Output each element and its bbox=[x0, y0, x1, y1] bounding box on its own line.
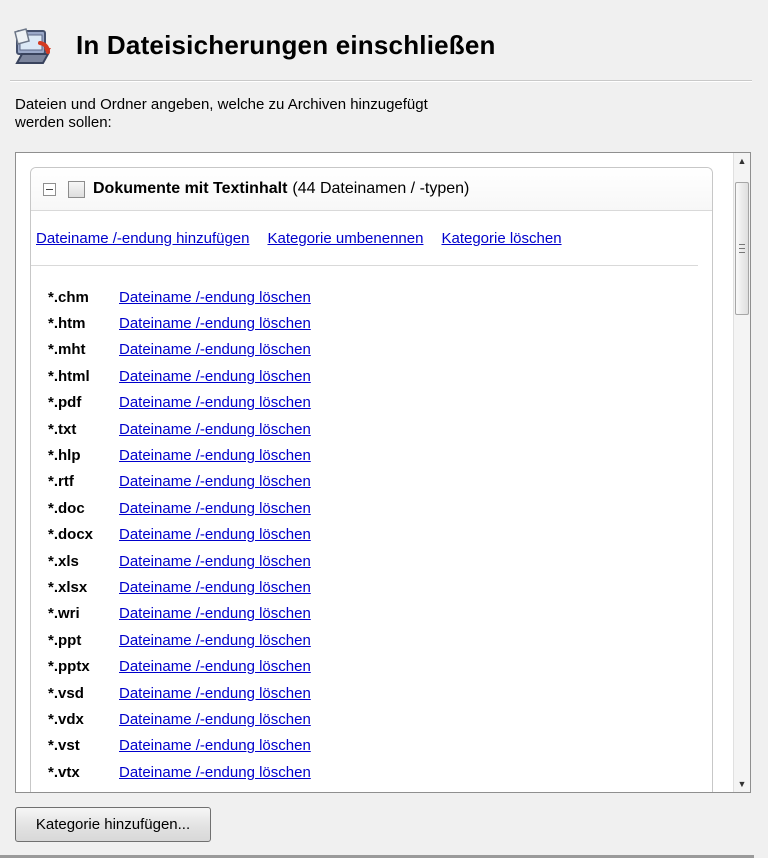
extension-row-vtx: *.vtx Dateiname /-endung löschen bbox=[48, 759, 468, 785]
extension-row-ppt: *.ppt Dateiname /-endung löschen bbox=[48, 627, 468, 653]
delete-extension-link[interactable]: Dateiname /-endung löschen bbox=[119, 447, 311, 464]
extension-row-chm: *.chm Dateiname /-endung löschen bbox=[48, 284, 468, 310]
delete-extension-link[interactable]: Dateiname /-endung löschen bbox=[119, 658, 311, 675]
extension-row-htm: *.htm Dateiname /-endung löschen bbox=[48, 310, 468, 336]
extension-row-txt: *.txt Dateiname /-endung löschen bbox=[48, 416, 468, 442]
extension-row-vst: *.vst Dateiname /-endung löschen bbox=[48, 733, 468, 759]
extension-name: *.html bbox=[48, 367, 90, 385]
extension-name: *.ppt bbox=[48, 631, 82, 649]
extension-row-mht: *.mht Dateiname /-endung löschen bbox=[48, 337, 468, 363]
extension-name: *.vsd bbox=[48, 684, 84, 702]
delete-extension-link[interactable]: Dateiname /-endung löschen bbox=[119, 289, 311, 306]
instructions-line-2: werden sollen: bbox=[15, 114, 112, 131]
extension-row-html: *.html Dateiname /-endung löschen bbox=[48, 363, 468, 389]
delete-extension-link[interactable]: Dateiname /-endung löschen bbox=[119, 473, 311, 490]
extension-name: *.htm bbox=[48, 315, 86, 333]
category-name: Dokumente mit Textinhalt bbox=[93, 180, 288, 197]
extension-row-vsd: *.vsd Dateiname /-endung löschen bbox=[48, 680, 468, 706]
scroll-up-arrow-icon[interactable]: ▲ bbox=[734, 153, 750, 169]
scroll-grip-icon bbox=[739, 244, 745, 253]
extension-name: *.txt bbox=[48, 420, 77, 438]
extension-row-xls: *.xls Dateiname /-endung löschen bbox=[48, 548, 468, 574]
extension-row-doc: *.doc Dateiname /-endung löschen bbox=[48, 495, 468, 521]
extension-name: *.pptx bbox=[48, 658, 90, 676]
extension-name: *.vtx bbox=[48, 763, 80, 781]
delete-extension-link[interactable]: Dateiname /-endung löschen bbox=[119, 764, 311, 781]
collapse-icon[interactable] bbox=[43, 182, 56, 196]
delete-extension-link[interactable]: Dateiname /-endung löschen bbox=[119, 500, 311, 517]
category-actions: Dateiname /-endung hinzufügen Kategorie … bbox=[31, 211, 698, 266]
delete-extension-link[interactable]: Dateiname /-endung löschen bbox=[119, 368, 311, 385]
extension-name: *.hlp bbox=[48, 447, 81, 465]
delete-extension-link[interactable]: Dateiname /-endung löschen bbox=[119, 737, 311, 754]
include-in-backups-dialog: In Dateisicherungen einschließen Dateien… bbox=[0, 0, 768, 858]
extension-row-pdf: *.pdf Dateiname /-endung löschen bbox=[48, 390, 468, 416]
extension-name: *.mht bbox=[48, 341, 86, 359]
dialog-title: In Dateisicherungen einschließen bbox=[76, 29, 496, 60]
delete-extension-link[interactable]: Dateiname /-endung löschen bbox=[119, 341, 311, 358]
instructions-line-1: Dateien und Ordner angeben, welche zu Ar… bbox=[15, 96, 428, 113]
extension-row-rtf: *.rtf Dateiname /-endung löschen bbox=[48, 469, 468, 495]
extension-row-vdx: *.vdx Dateiname /-endung löschen bbox=[48, 706, 468, 732]
header-divider bbox=[10, 80, 752, 82]
extension-name: *.xlsx bbox=[48, 578, 88, 596]
category-file-count: (44 Dateinamen / -typen) bbox=[292, 180, 470, 197]
extension-name: *.xls bbox=[48, 552, 79, 570]
extension-list: *.chm Dateiname /-endung löschen *.htm D… bbox=[48, 284, 468, 785]
extension-name: *.vdx bbox=[48, 710, 84, 728]
vertical-scrollbar[interactable]: ▲ ▼ bbox=[733, 153, 750, 792]
extension-name: *.docx bbox=[48, 526, 94, 544]
add-category-button[interactable]: Kategorie hinzufügen... bbox=[15, 807, 211, 842]
extension-row-pptx: *.pptx Dateiname /-endung löschen bbox=[48, 653, 468, 679]
extension-name: *.doc bbox=[48, 499, 85, 517]
delete-extension-link[interactable]: Dateiname /-endung löschen bbox=[119, 421, 311, 438]
backup-folder-icon bbox=[10, 23, 54, 67]
scroll-down-arrow-icon[interactable]: ▼ bbox=[734, 776, 750, 792]
extension-row-docx: *.docx Dateiname /-endung löschen bbox=[48, 522, 468, 548]
category-checkbox[interactable] bbox=[68, 180, 85, 198]
instructions-text: Dateien und Ordner angeben, welche zu Ar… bbox=[15, 96, 535, 132]
extension-name: *.wri bbox=[48, 605, 80, 623]
delete-extension-link[interactable]: Dateiname /-endung löschen bbox=[119, 579, 311, 596]
delete-extension-link[interactable]: Dateiname /-endung löschen bbox=[119, 394, 311, 411]
extension-name: *.pdf bbox=[48, 394, 82, 412]
delete-extension-link[interactable]: Dateiname /-endung löschen bbox=[119, 553, 311, 570]
delete-extension-link[interactable]: Dateiname /-endung löschen bbox=[119, 685, 311, 702]
scrollbar-thumb[interactable] bbox=[735, 182, 749, 315]
extension-name: *.rtf bbox=[48, 473, 74, 491]
backup-categories-list[interactable]: Dokumente mit Textinhalt (44 Dateinamen … bbox=[15, 152, 751, 793]
dialog-header: In Dateisicherungen einschließen bbox=[10, 10, 750, 80]
delete-category-link[interactable]: Kategorie löschen bbox=[441, 230, 561, 247]
delete-extension-link[interactable]: Dateiname /-endung löschen bbox=[119, 632, 311, 649]
delete-extension-link[interactable]: Dateiname /-endung löschen bbox=[119, 605, 311, 622]
delete-extension-link[interactable]: Dateiname /-endung löschen bbox=[119, 711, 311, 728]
delete-extension-link[interactable]: Dateiname /-endung löschen bbox=[119, 315, 311, 332]
extension-row-hlp: *.hlp Dateiname /-endung löschen bbox=[48, 442, 468, 468]
category-header: Dokumente mit Textinhalt (44 Dateinamen … bbox=[31, 168, 712, 211]
category-panel-text-documents: Dokumente mit Textinhalt (44 Dateinamen … bbox=[30, 167, 713, 792]
delete-extension-link[interactable]: Dateiname /-endung löschen bbox=[119, 526, 311, 543]
rename-category-link[interactable]: Kategorie umbenennen bbox=[268, 230, 424, 247]
extension-row-wri: *.wri Dateiname /-endung löschen bbox=[48, 601, 468, 627]
add-filename-extension-link[interactable]: Dateiname /-endung hinzufügen bbox=[36, 230, 250, 247]
extension-name: *.vst bbox=[48, 737, 80, 755]
extension-name: *.chm bbox=[48, 288, 89, 306]
extension-row-xlsx: *.xlsx Dateiname /-endung löschen bbox=[48, 574, 468, 600]
